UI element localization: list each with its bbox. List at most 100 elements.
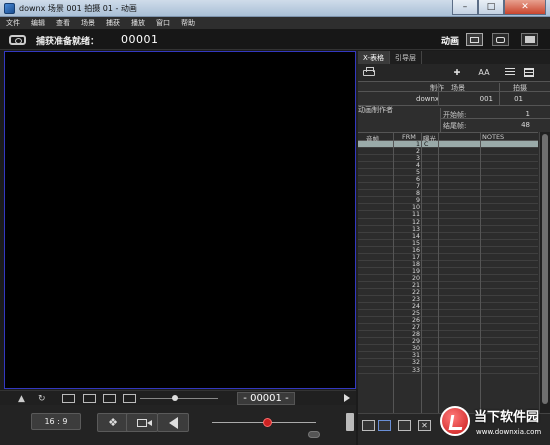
xsheet-row[interactable]: 21 [358,282,538,289]
next-arrow-icon[interactable] [344,394,350,402]
title-bar: downx 场景 001 拍摄 01 - 动画 – □ ✕ [0,0,550,17]
print-icon[interactable] [363,67,375,76]
xsheet-row[interactable]: 22 [358,289,538,297]
frame-number: 31 [411,352,420,360]
aspect-ratio-button[interactable]: 16 : 9 [31,413,81,430]
xsheet-row[interactable]: 15 [358,240,538,247]
tab-guide-layer[interactable]: 引导层 [390,51,422,64]
maximize-button[interactable]: □ [478,0,504,15]
xsheet-row[interactable]: 26 [358,317,538,325]
frame-number: 16 [411,246,420,254]
xsheet-row[interactable]: 3 [358,155,538,163]
xsheet-row[interactable]: 30 [358,345,538,353]
xsheet-row[interactable]: 18 [358,261,538,268]
menu-window[interactable]: 窗口 [156,18,170,28]
end-frame-value[interactable]: 48 [517,121,530,129]
capture-viewer[interactable] [4,51,356,389]
xsheet-row[interactable]: 12 [358,219,538,226]
frame-number: 17 [411,253,420,261]
opacity-slider[interactable] [212,418,316,427]
xsheet-scrollbar[interactable] [539,132,550,413]
onion-skin-button[interactable]: ❖ [97,413,129,432]
xsheet-row[interactable]: 13 [358,226,538,233]
frame-number: 29 [411,338,420,346]
menu-help[interactable]: 帮助 [181,18,195,28]
viewer-toolbar: ▲ ↻ - 00001 - [0,390,356,405]
capture-frame-button[interactable] [126,413,158,432]
frame-number: 21 [411,281,420,289]
xsheet-row[interactable]: 17 [358,254,538,261]
frame-number: 9 [415,197,420,205]
xsheet-row[interactable]: 11 [358,211,538,219]
xsheet-row[interactable]: 20 [358,275,538,282]
xsheet-row[interactable]: 9 [358,197,538,205]
safe-area-icon[interactable] [103,394,116,403]
close-button[interactable]: ✕ [504,0,546,15]
refresh-icon[interactable]: ↻ [38,393,46,404]
xsheet-row[interactable]: 23 [358,296,538,304]
delete-icon[interactable]: ✕ [418,420,431,431]
menu-view[interactable]: 查看 [56,18,70,28]
scene-value[interactable]: 001 [476,95,493,103]
xsheet-row[interactable]: 19 [358,268,538,275]
camera-view-button[interactable] [492,33,509,46]
app-icon [4,3,15,14]
camera-icon[interactable] [9,35,26,45]
folder-button[interactable] [521,33,538,46]
warning-icon[interactable]: ▲ [18,393,25,404]
xsheet-row[interactable]: 28 [358,331,538,339]
xsheet-row[interactable]: 8 [358,190,538,198]
xsheet-row[interactable]: 14 [358,233,538,240]
frame-number: 26 [411,317,420,325]
xsheet-row[interactable]: 16 [358,247,538,254]
scrollbar-thumb[interactable] [542,134,548,404]
menu-edit[interactable]: 编辑 [31,18,45,28]
xsheet-row[interactable]: 31 [358,352,538,360]
window-title: downx 场景 001 拍摄 01 - 动画 [19,4,137,13]
xsheet-row[interactable]: 4 [358,162,538,170]
xsheet-row[interactable]: 5 [358,169,538,177]
opacity-slider-knob[interactable] [263,418,272,427]
widescreen-icon[interactable] [123,394,136,403]
menu-playback[interactable]: 播放 [131,18,145,28]
toggle-switch[interactable] [308,431,320,438]
select-icon[interactable] [378,420,391,431]
grid-icon[interactable] [83,394,96,403]
zoom-slider[interactable] [140,395,218,401]
tab-xsheet[interactable]: X-表格 [358,51,390,64]
edge-button[interactable] [346,413,354,431]
monitor-view-button[interactable] [466,33,483,46]
production-value[interactable]: downx [416,95,439,103]
minimize-button[interactable]: – [452,0,478,15]
table-view-icon[interactable] [523,67,535,78]
capture-status-label: 捕获准备就绪： [36,37,100,47]
take-value[interactable]: 01 [512,95,523,103]
image-icon[interactable] [362,420,375,431]
frame-guide-icon[interactable] [62,394,75,403]
play-back-button[interactable] [157,413,189,432]
menu-file[interactable]: 文件 [6,18,20,28]
xsheet-row[interactable]: 7 [358,183,538,191]
xsheet-row[interactable]: 32 [358,359,538,367]
xsheet-rows[interactable]: 1 C 2 3 4 5 6 7 8 9 10 11 12 13 14 15 16 17 18 19 20 21 22 23 24… [358,141,538,413]
xsheet-tabs: X-表格 引导层 [358,51,550,64]
frame-number: 33 [411,366,420,374]
xsheet-row[interactable]: 24 [358,303,538,311]
xsheet-row[interactable]: 1C [358,141,538,149]
list-view-icon[interactable] [504,67,516,78]
xsheet-row[interactable]: 29 [358,338,538,346]
zoom-slider-thumb[interactable] [172,395,178,401]
menu-capture[interactable]: 捕获 [106,18,120,28]
add-column-icon[interactable]: ✚ [451,67,463,78]
start-frame-value[interactable]: 1 [517,110,530,118]
menu-scene[interactable]: 场景 [81,18,95,28]
xsheet-row[interactable]: 25 [358,310,538,318]
xsheet-row[interactable]: 33 [358,367,538,374]
exposure-cell[interactable]: C [424,141,428,148]
text-size-button[interactable]: AA [478,67,490,78]
xsheet-row[interactable]: 2 [358,148,538,156]
xsheet-row[interactable]: 10 [358,204,538,212]
xsheet-row[interactable]: 6 [358,176,538,184]
xsheet-row[interactable]: 27 [358,324,538,332]
frame-icon[interactable] [398,420,411,431]
